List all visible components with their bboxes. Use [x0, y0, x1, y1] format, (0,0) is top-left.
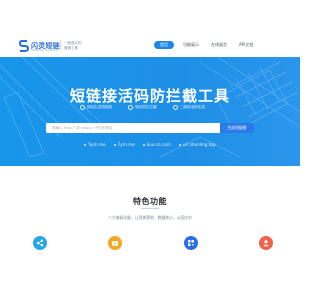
- shield-icon: [128, 105, 134, 110]
- bullet-icon: [178, 143, 181, 146]
- qrcode-icon: [172, 105, 178, 110]
- share-icon[interactable]: [33, 236, 47, 250]
- domain-list: 5ym.me 7ym.me kuo.cn.com url.shanling.to…: [0, 142, 300, 147]
- header: 闪灵短链 SHANLING DUANLIAN 一款强大的 营销工具 首页 功能展…: [0, 0, 300, 57]
- hero-feature-item: 域名防红拦截: [128, 105, 157, 110]
- slogan: 一款强大的 营销工具: [64, 41, 82, 50]
- nav-item-features[interactable]: 功能展示: [180, 41, 202, 49]
- hero-feature-label: 二维码活码生成: [179, 105, 205, 109]
- nav-item-home[interactable]: 首页: [154, 41, 174, 49]
- page: 闪灵短链 SHANLING DUANLIAN 一款强大的 营销工具 首页 功能展…: [0, 0, 300, 300]
- generate-short-link-button[interactable]: 生成短链接: [220, 123, 254, 133]
- gift-icon[interactable]: [108, 236, 123, 250]
- hero-feature-label: 网址生成短链接: [87, 105, 113, 109]
- hero-title: 短链接活码防拦截工具: [69, 87, 230, 105]
- url-search-box: 生成短链接: [46, 123, 254, 133]
- url-input[interactable]: [46, 123, 220, 133]
- section-description: 八大基础功能，让您做营销、数据统计，从容应对: [108, 215, 192, 220]
- hero-banner: 短链接活码防拦截工具 网址生成短链接 域名防红拦截 二维码活码生成 生成短链接 …: [0, 57, 300, 166]
- title-underline: [141, 208, 159, 209]
- qrcode-icon[interactable]: [183, 236, 198, 250]
- section-title: 特色功能: [133, 197, 167, 206]
- bullet-icon: [84, 143, 87, 146]
- domain-label: 7ym.me: [117, 142, 135, 147]
- domain-label: url.shanling.top: [182, 142, 216, 147]
- hero-feature-label: 域名防红拦截: [135, 105, 157, 109]
- hero-decoration: [0, 57, 300, 158]
- domain-label: kuo.cn.com: [146, 142, 171, 147]
- slogan-line-1: 一款强大的: [64, 41, 82, 45]
- domain-item[interactable]: url.shanling.top: [178, 142, 216, 147]
- domain-label: 5ym.me: [88, 142, 106, 147]
- domain-item[interactable]: 7ym.me: [113, 142, 135, 147]
- top-nav: 首页 功能展示 在线留言 API文档: [154, 41, 256, 49]
- header-divider: [60, 40, 61, 51]
- logo-subtitle: SHANLING DUANLIAN: [31, 49, 58, 52]
- user-icon[interactable]: [258, 236, 273, 250]
- nav-item-message[interactable]: 在线留言: [208, 41, 230, 49]
- logo-icon: [19, 40, 29, 52]
- hero-features: 网址生成短链接 域名防红拦截 二维码活码生成: [80, 105, 205, 110]
- domain-item[interactable]: kuo.cn.com: [142, 142, 171, 147]
- bullet-icon: [142, 143, 145, 146]
- feature-icons: [33, 236, 273, 250]
- bullet-icon: [113, 143, 116, 146]
- link-icon: [80, 105, 85, 110]
- nav-item-api-docs[interactable]: API文档: [236, 41, 256, 49]
- domain-item[interactable]: 5ym.me: [84, 142, 106, 147]
- slogan-line-2: 营销工具: [64, 45, 78, 50]
- hero-feature-item: 网址生成短链接: [80, 105, 112, 110]
- hero-feature-item: 二维码活码生成: [172, 105, 205, 110]
